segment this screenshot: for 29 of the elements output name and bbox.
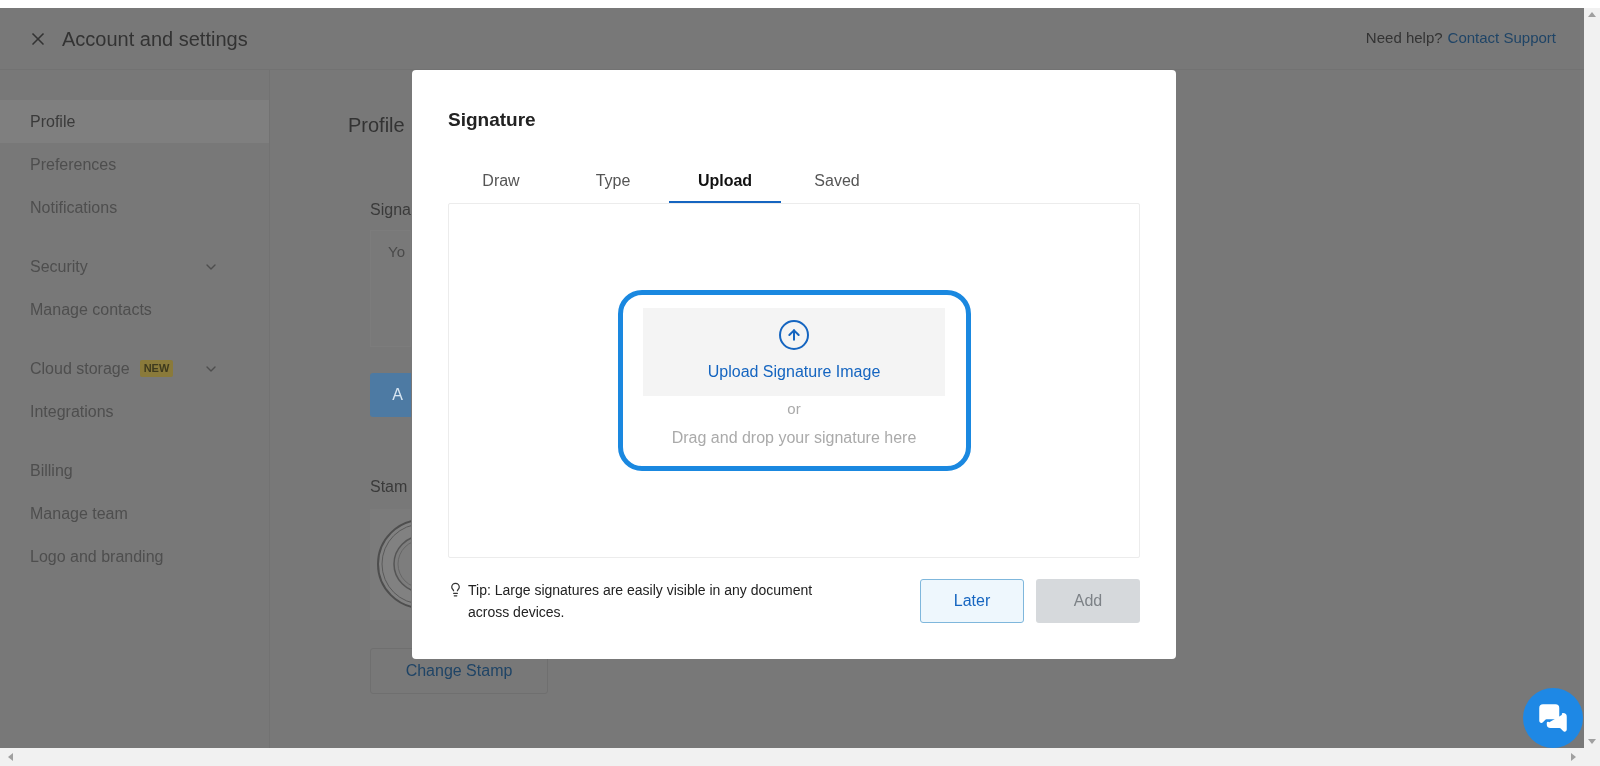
tab[interactable]: Saved: [781, 160, 893, 203]
vertical-scrollbar[interactable]: [1584, 8, 1600, 748]
scroll-left-icon[interactable]: [8, 753, 13, 761]
later-button[interactable]: Later: [920, 578, 1024, 623]
help-text: Need help?: [1365, 28, 1443, 49]
horizontal-scrollbar[interactable]: [0, 748, 1600, 766]
upload-signature-button[interactable]: Upload Signature Image: [643, 307, 945, 396]
scroll-up-icon[interactable]: [1588, 12, 1596, 17]
contact-support-link[interactable]: Contact Support: [1447, 27, 1556, 50]
lightbulb-icon: [448, 581, 463, 597]
page-title: Account and settings: [62, 26, 248, 52]
tab[interactable]: Upload: [669, 160, 781, 203]
drop-hint: Drag and drop your signature here: [671, 428, 917, 448]
upload-icon: [779, 319, 809, 350]
field-label: Stam: [370, 478, 408, 495]
tab[interactable]: Type: [557, 160, 669, 203]
tab[interactable]: Draw: [445, 160, 557, 203]
chat-button[interactable]: [1523, 688, 1583, 748]
drop-zone[interactable]: Upload Signature Image or Drag and drop your signature here: [617, 289, 971, 471]
scroll-right-icon[interactable]: [1571, 753, 1576, 761]
new-badge: NEW: [139, 360, 174, 377]
section-heading: Profile: [348, 113, 405, 138]
dialog-title: Signature: [448, 108, 536, 132]
or-text: or: [787, 398, 801, 419]
tip-text: Tip: Large signatures are easily visible in any document across devices.: [468, 580, 814, 622]
field-label: Signa: [370, 200, 411, 220]
chat-icon: [1538, 703, 1568, 733]
sidebar-item[interactable]: Profile: [0, 100, 269, 143]
add-signature-button[interactable]: A: [370, 373, 411, 417]
